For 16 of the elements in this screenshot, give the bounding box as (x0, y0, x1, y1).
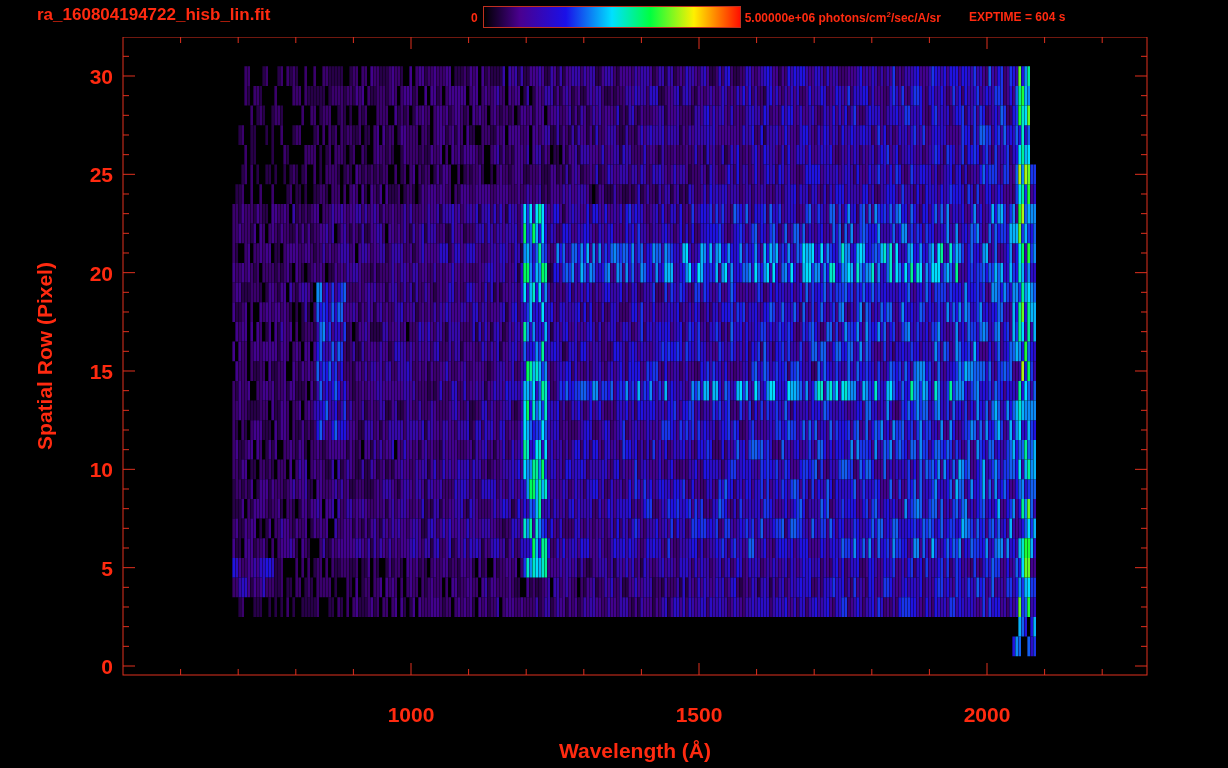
exposure-time: EXPTIME = 604 s (968, 10, 1066, 24)
y-tick-label: 25 (89, 163, 113, 187)
x-axis-title: Wavelength (Å) (558, 739, 712, 762)
y-tick-label: 0 (101, 655, 113, 678)
y-tick-label: 15 (89, 360, 113, 383)
y-tick-label: 20 (89, 261, 113, 285)
y-tick-label: 5 (101, 556, 113, 580)
x-tick-label: 2000 (963, 703, 1011, 726)
colorbar-min-label: 0 (471, 11, 478, 25)
x-tick-label: 1500 (675, 703, 723, 726)
y-tick-label: 30 (89, 65, 113, 88)
y-tick-label: 10 (89, 458, 113, 482)
colorbar-max-label: 5.00000e+06 photons/cm$^{2}$/sec/A/sr (744, 10, 941, 25)
file-title: ra_160804194722_hisb_lin.fit (37, 5, 272, 25)
y-axis-title: Spatial Row (Pixel) (33, 262, 56, 450)
x-tick-label: 1000 (387, 703, 435, 726)
